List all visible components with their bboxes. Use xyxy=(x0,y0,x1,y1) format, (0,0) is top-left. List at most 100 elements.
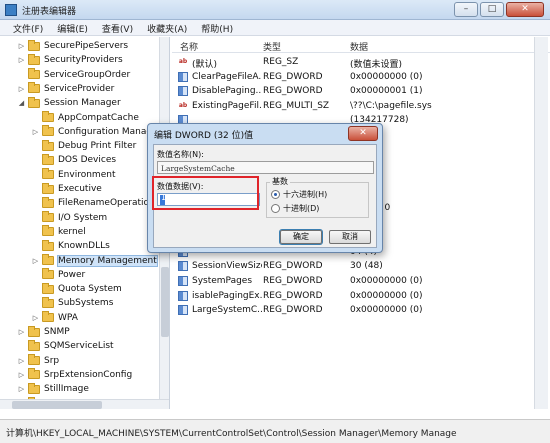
value-row[interactable]: ab (默认) REG_SZ (数值未设置) xyxy=(172,55,542,70)
tree-item[interactable]: Quota System xyxy=(31,282,122,296)
value-row[interactable]: ab ExistingPageFil... REG_MULTI_SZ \??\C:\p… xyxy=(172,99,542,113)
tree-item-label: Session Manager xyxy=(44,98,121,109)
value-name-field: LargeSystemCache xyxy=(157,161,374,174)
menu-view[interactable]: 查看(V) xyxy=(95,20,140,35)
menu-help[interactable]: 帮助(H) xyxy=(194,20,240,35)
hex-radio[interactable] xyxy=(271,190,280,199)
folder-icon xyxy=(42,311,54,323)
value-data: 0x00000000 (0) xyxy=(350,71,423,82)
folder-icon xyxy=(28,382,40,394)
dialog-close-button[interactable]: ✕ xyxy=(348,126,378,141)
tree-item[interactable]: I/O System xyxy=(31,211,107,225)
decimal-radio[interactable] xyxy=(271,204,280,213)
tree-scroll-thumb[interactable] xyxy=(161,267,169,337)
tree-expander-icon[interactable]: ▷ xyxy=(31,257,40,265)
tree-expander-icon[interactable]: ▷ xyxy=(31,128,40,136)
folder-icon xyxy=(42,168,54,180)
tree-item-label: ServiceGroupOrder xyxy=(44,69,131,80)
decimal-radio-label[interactable]: 十进制(D) xyxy=(283,203,319,214)
value-row[interactable]: SessionViewSize REG_DWORD 30 (48) xyxy=(172,259,542,273)
folder-icon xyxy=(28,325,40,337)
hex-radio-label[interactable]: 十六进制(H) xyxy=(283,189,327,200)
tree-expander-icon[interactable]: ▷ xyxy=(31,314,40,322)
tree-expander-icon[interactable]: ▷ xyxy=(17,56,26,64)
tree-item[interactable]: ▷ Memory Management xyxy=(31,254,158,268)
folder-icon xyxy=(42,268,54,280)
folder-icon xyxy=(42,182,54,194)
tree-item[interactable]: Power xyxy=(31,268,85,282)
tree-hscroll-thumb[interactable] xyxy=(12,401,102,409)
tree-item[interactable]: ▷ SecurePipeServers xyxy=(17,39,128,53)
menu-favorites[interactable]: 收藏夹(A) xyxy=(140,20,194,35)
tree-expander-icon[interactable]: ▷ xyxy=(17,357,26,365)
minimize-button[interactable]: – xyxy=(454,2,478,17)
string-value-icon: ab xyxy=(178,101,188,109)
value-type: REG_SZ xyxy=(263,57,299,67)
tree-item[interactable]: ▷ SrpExtensionConfig xyxy=(17,368,132,382)
folder-icon xyxy=(28,68,40,80)
tree-item[interactable]: kernel xyxy=(31,225,86,239)
tree-item[interactable]: Debug Print Filter xyxy=(31,139,136,153)
tree-expander-icon[interactable]: ▷ xyxy=(17,328,26,336)
tree-horizontal-scrollbar[interactable] xyxy=(0,399,169,409)
tree-item[interactable]: ServiceGroupOrder xyxy=(17,68,130,82)
tree-item[interactable]: ▷ Srp xyxy=(17,354,59,368)
tree-item-label: StillImage xyxy=(44,384,89,395)
folder-icon xyxy=(28,39,40,51)
value-row[interactable]: DisablePaging... REG_DWORD 0x00000001 (1) xyxy=(172,84,542,98)
value-row[interactable]: isablePagingEx... REG_DWORD 0x00000000 (0) xyxy=(172,289,542,303)
value-name: (默认) xyxy=(192,60,218,70)
folder-icon xyxy=(28,339,40,351)
tree-item-label: SubSystems xyxy=(58,298,114,309)
tree-item[interactable]: AppCompatCache xyxy=(31,111,139,125)
maximize-button[interactable]: □ xyxy=(480,2,504,17)
folder-icon xyxy=(42,125,54,137)
column-header-type[interactable]: 类型 xyxy=(263,40,281,53)
tree-item[interactable]: ▷ WPA xyxy=(31,311,78,325)
column-header-name[interactable]: 名称 xyxy=(180,40,198,53)
tree-item-label: FileRenameOperation xyxy=(58,198,155,209)
tree-item[interactable]: ▷ SecurityProviders xyxy=(17,53,123,67)
value-data: (数值未设置) xyxy=(350,60,403,70)
cancel-button[interactable]: 取消 xyxy=(329,230,371,244)
values-vertical-scrollbar[interactable] xyxy=(534,37,548,409)
value-type: REG_DWORD xyxy=(263,261,323,272)
tree-expander-icon[interactable]: ◢ xyxy=(17,99,26,107)
ok-button[interactable]: 确定 xyxy=(279,229,323,245)
tree-item[interactable]: ◢ Session Manager xyxy=(17,96,121,110)
tree-expander-icon[interactable]: ▷ xyxy=(17,385,26,393)
value-name: SystemPages xyxy=(192,276,253,286)
tree-item[interactable]: ▷ ServiceProvider xyxy=(17,82,114,96)
value-data: 0x00000000 (0) xyxy=(350,290,423,301)
tree-expander-icon[interactable]: ▷ xyxy=(17,371,26,379)
menu-edit[interactable]: 编辑(E) xyxy=(50,20,95,35)
tree-item[interactable]: FileRenameOperation xyxy=(31,196,155,210)
value-row[interactable]: LargeSystemC... REG_DWORD 0x00000000 (0) xyxy=(172,303,542,317)
folder-icon xyxy=(42,153,54,165)
dword-value-icon xyxy=(178,305,188,316)
status-bar: 计算机\HKEY_LOCAL_MACHINE\SYSTEM\CurrentCon… xyxy=(0,419,550,443)
tree-item-label: Srp xyxy=(44,355,60,366)
tree-expander-icon[interactable]: ▷ xyxy=(17,85,26,93)
value-row[interactable]: SystemPages REG_DWORD 0x00000000 (0) xyxy=(172,274,542,288)
tree-item[interactable]: ▷ SNMP xyxy=(17,325,70,339)
menu-file[interactable]: 文件(F) xyxy=(6,20,50,35)
tree-item[interactable]: ▷ StillImage xyxy=(17,382,89,396)
tree-item[interactable]: DOS Devices xyxy=(31,153,116,167)
tree-item[interactable]: Environment xyxy=(31,168,115,182)
folder-icon xyxy=(42,254,54,265)
tree-item[interactable]: KnownDLLs xyxy=(31,239,110,253)
tree-item[interactable]: Executive xyxy=(31,182,102,196)
tree-expander-icon[interactable]: ▷ xyxy=(17,42,26,50)
folder-icon xyxy=(42,196,54,208)
value-row[interactable]: ClearPageFileA... REG_DWORD 0x00000000 (0) xyxy=(172,70,542,84)
column-header-data[interactable]: 数据 xyxy=(350,40,368,53)
tree-item-label: kernel xyxy=(58,226,86,237)
folder-icon xyxy=(28,53,40,65)
title-bar: 注册表编辑器 – □ ✕ xyxy=(0,0,550,20)
tree-item[interactable]: SubSystems xyxy=(31,296,113,310)
close-button[interactable]: ✕ xyxy=(506,2,544,17)
value-name: ClearPageFileA... xyxy=(192,71,262,82)
tree-item[interactable]: SQMServiceList xyxy=(17,339,114,353)
tree-item[interactable]: ▷ Configuration Manag xyxy=(31,125,152,139)
